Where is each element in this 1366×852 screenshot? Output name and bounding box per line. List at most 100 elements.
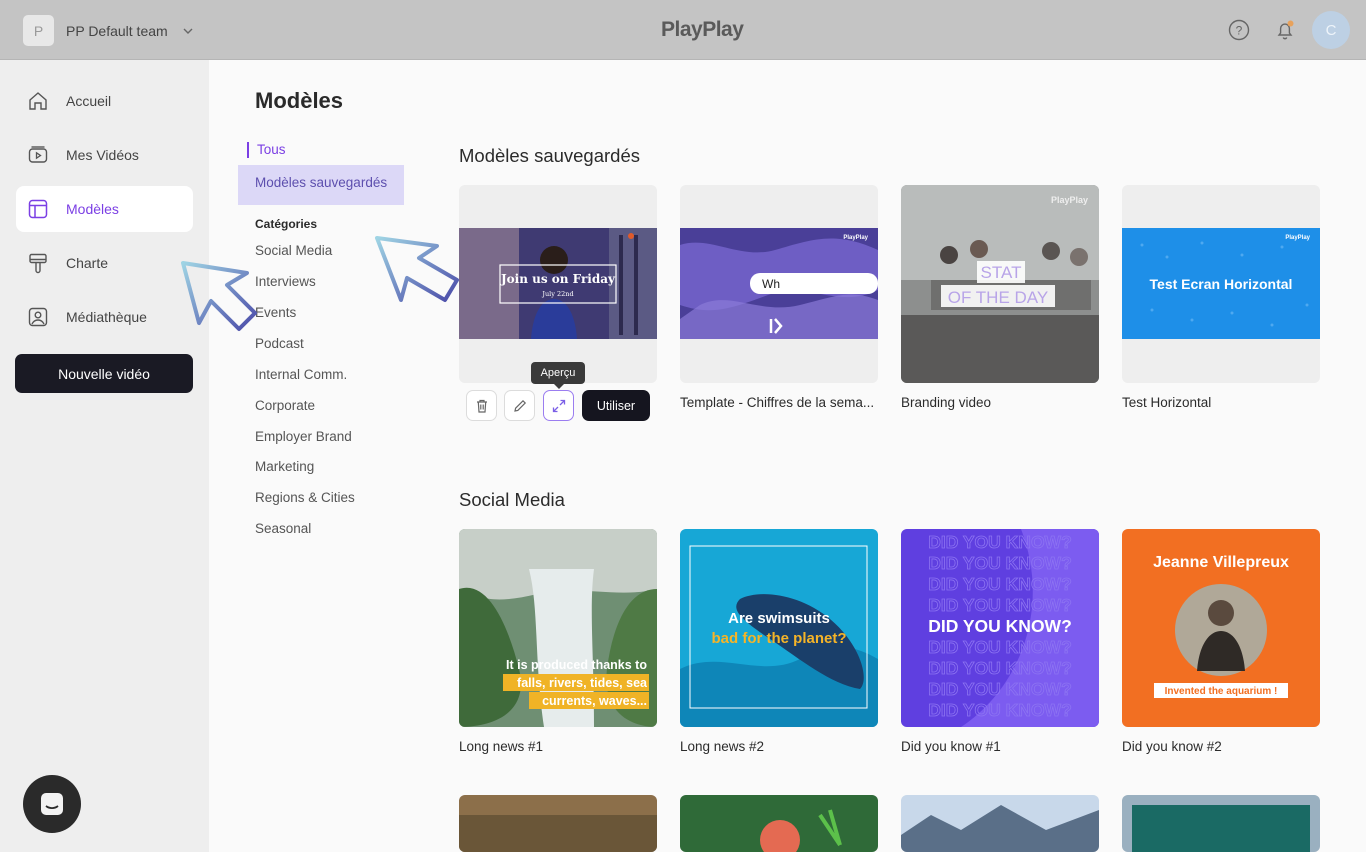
sidebar-item-accueil[interactable]: Accueil <box>16 78 193 124</box>
use-template-button[interactable]: Utiliser <box>582 390 650 421</box>
page-title: Modèles <box>255 88 344 113</box>
thumb-text: Wh <box>762 277 780 291</box>
template-card[interactable]: DID YOU KNOW? DID YOU KNOW? DID YOU KNOW… <box>901 529 1099 727</box>
sidebar-item-label: Médiathèque <box>66 309 147 325</box>
filter-saved-templates[interactable]: Modèles sauvegardés <box>238 165 404 205</box>
thumb-text: DID YOU KNOW? <box>928 553 1072 573</box>
filter-category[interactable]: Events <box>255 305 296 320</box>
template-thumbnail <box>680 795 878 852</box>
template-card-label: Test Horizontal <box>1122 395 1212 410</box>
template-card-label: Template - Chiffres de la sema... <box>680 395 875 410</box>
user-avatar[interactable]: C <box>1312 11 1350 49</box>
team-switcher[interactable]: P PP Default team <box>23 15 196 46</box>
thumb-brand: PlayPlay <box>843 235 868 241</box>
template-thumbnail <box>1122 795 1320 852</box>
template-card[interactable] <box>1122 795 1320 852</box>
sidebar-item-modeles[interactable]: Modèles <box>16 186 193 232</box>
thumb-text: Are swimsuits <box>728 610 830 627</box>
filter-category[interactable]: Employer Brand <box>255 429 352 444</box>
tutorial-arrow-icon <box>375 236 459 302</box>
sidebar-item-mes-videos[interactable]: Mes Vidéos <box>16 132 193 178</box>
thumb-text: falls, rivers, tides, sea <box>517 676 648 690</box>
template-thumbnail: STAT OF THE DAY PlayPlay <box>901 185 1099 383</box>
brush-icon <box>29 253 47 274</box>
sidebar-item-charte[interactable]: Charte <box>16 240 193 286</box>
template-thumbnail: It is produced thanks to falls, rivers, … <box>459 529 657 727</box>
new-video-button[interactable]: Nouvelle vidéo <box>15 354 193 393</box>
filter-category[interactable]: Regions & Cities <box>255 490 355 505</box>
template-card[interactable]: STAT OF THE DAY PlayPlay <box>901 185 1099 383</box>
preview-button[interactable] <box>543 390 574 421</box>
template-thumbnail: Test Ecran Horizontal PlayPlay <box>1122 228 1320 339</box>
template-thumbnail <box>459 795 657 852</box>
template-card[interactable] <box>901 795 1099 852</box>
template-thumbnail <box>901 795 1099 852</box>
categories-heading: Catégories <box>255 217 318 231</box>
saved-templates-heading: Modèles sauvegardés <box>459 145 640 166</box>
help-icon[interactable]: ? <box>1228 19 1250 41</box>
template-card-label: Long news #1 <box>459 739 544 754</box>
sidebar-item-label: Accueil <box>66 93 112 109</box>
template-card[interactable]: Are swimsuits bad for the planet? <box>680 529 878 727</box>
tutorial-arrow-icon <box>181 261 257 331</box>
template-card[interactable]: Join us on Friday July 22nd <box>459 185 657 383</box>
thumb-text: OF THE DAY <box>948 288 1048 307</box>
sidebar: Accueil Mes Vidéos Modèles Charte Médiat… <box>0 60 209 852</box>
filter-category[interactable]: Marketing <box>255 459 314 474</box>
sidebar-item-mediatheque[interactable]: Médiathèque <box>16 294 193 340</box>
thumb-text: bad for the planet? <box>712 630 847 647</box>
thumb-subtext: July 22nd <box>541 290 573 298</box>
delete-button[interactable] <box>466 390 497 421</box>
thumb-text: Join us on Friday <box>500 272 616 286</box>
trash-icon <box>476 399 487 413</box>
thumb-title: Jeanne Villepreux <box>1153 554 1289 571</box>
thumb-caption: Invented the aquarium ! <box>1165 686 1278 697</box>
filter-category[interactable]: Seasonal <box>255 521 311 536</box>
filter-category[interactable]: Social Media <box>255 243 332 258</box>
template-card[interactable]: Wh PlayPlay <box>680 185 878 383</box>
top-bar: P PP Default team PlayPlay ? C <box>0 0 1366 60</box>
filter-category[interactable]: Podcast <box>255 336 304 351</box>
social-media-heading: Social Media <box>459 489 565 510</box>
thumb-text: currents, waves... <box>542 694 647 708</box>
template-card-label: Long news #2 <box>680 739 765 754</box>
template-thumbnail: Jeanne Villepreux Invented the aquarium … <box>1122 529 1320 727</box>
template-icon <box>28 199 48 219</box>
chevron-down-icon <box>183 28 193 34</box>
template-thumbnail: Are swimsuits bad for the planet? <box>680 529 878 727</box>
template-thumbnail: DID YOU KNOW? DID YOU KNOW? DID YOU KNOW… <box>901 529 1099 727</box>
thumb-text: DID YOU KNOW? <box>928 616 1072 636</box>
template-card-label: Did you know #2 <box>1122 739 1222 754</box>
edit-button[interactable] <box>504 390 535 421</box>
expand-icon <box>552 399 565 412</box>
sidebar-item-label: Charte <box>66 255 109 271</box>
template-card[interactable]: Test Ecran Horizontal PlayPlay <box>1122 185 1320 383</box>
video-icon <box>28 146 48 163</box>
thumb-text: DID YOU KNOW? <box>928 532 1072 552</box>
filter-category[interactable]: Corporate <box>255 398 315 413</box>
template-card-label: Did you know #1 <box>901 739 1001 754</box>
app-logo[interactable]: PlayPlay <box>661 18 744 42</box>
thumb-text: It is produced thanks to <box>506 658 647 672</box>
thumb-text: DID YOU KNOW? <box>928 574 1072 594</box>
template-card[interactable]: It is produced thanks to falls, rivers, … <box>459 529 657 727</box>
template-card[interactable]: Jeanne Villepreux Invented the aquarium … <box>1122 529 1320 727</box>
team-avatar: P <box>23 15 54 46</box>
template-thumbnail: Join us on Friday July 22nd <box>459 228 657 339</box>
filter-all[interactable]: Tous <box>247 142 286 158</box>
media-library-icon <box>28 307 48 327</box>
template-card[interactable] <box>680 795 878 852</box>
preview-tooltip: Aperçu <box>531 362 585 389</box>
template-thumbnail: Wh PlayPlay <box>680 228 878 339</box>
team-name: PP Default team <box>66 22 168 39</box>
thumb-text: Test Ecran Horizontal <box>1150 276 1293 292</box>
chat-icon <box>41 793 63 815</box>
template-card-label: Branding video <box>901 395 992 410</box>
filter-category[interactable]: Interviews <box>255 274 316 289</box>
template-card[interactable] <box>459 795 657 852</box>
chat-launcher-button[interactable] <box>23 775 81 833</box>
filter-category[interactable]: Internal Comm. <box>255 367 347 382</box>
notification-bell-icon[interactable] <box>1274 19 1296 41</box>
thumb-text: DID YOU KNOW? <box>928 637 1072 657</box>
svg-text:?: ? <box>1236 24 1243 38</box>
